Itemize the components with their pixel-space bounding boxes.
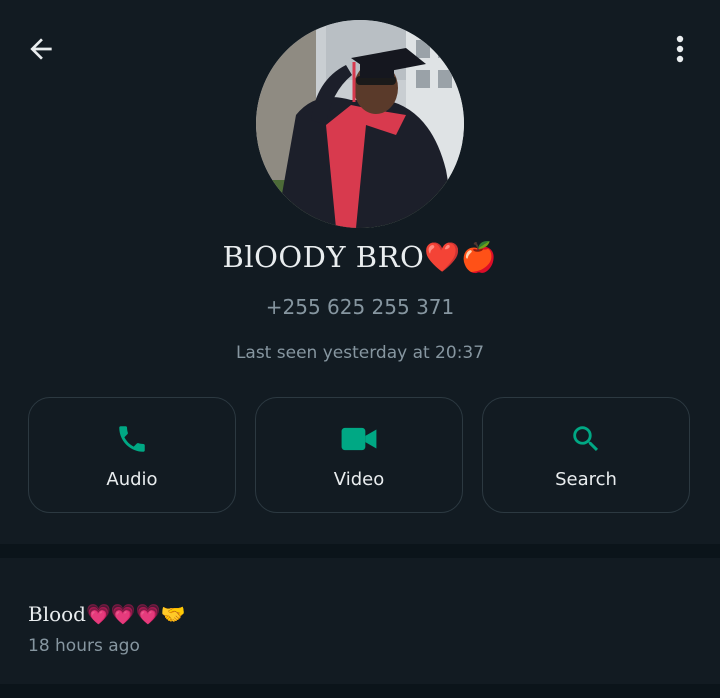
back-button[interactable]: [22, 30, 60, 68]
bottom-divider: [0, 684, 720, 698]
about-timestamp: 18 hours ago: [28, 636, 140, 656]
search-button[interactable]: Search: [482, 397, 690, 513]
search-icon: [573, 425, 599, 451]
contact-phone: +255 625 255 371: [265, 295, 455, 319]
audio-call-button[interactable]: Audio: [28, 397, 236, 513]
section-divider: [0, 544, 720, 558]
menu-button[interactable]: [662, 30, 698, 68]
video-label: Video: [333, 468, 385, 490]
more-vertical-icon: [676, 35, 684, 63]
arrow-left-icon: [30, 38, 52, 60]
video-camera-icon: [341, 427, 377, 450]
action-buttons: Audio Video Search: [28, 397, 692, 517]
search-label: Search: [555, 468, 617, 490]
about-section[interactable]: Blood💗💗💗🤝 18 hours ago: [0, 558, 720, 684]
profile-avatar[interactable]: [256, 20, 464, 228]
last-seen-status: Last seen yesterday at 20:37: [235, 343, 485, 363]
contact-name: BlOODY BRO❤️🍎: [222, 240, 498, 274]
phone-icon: [119, 425, 145, 452]
profile-photo: [256, 20, 464, 228]
audio-label: Audio: [106, 468, 158, 490]
video-call-button[interactable]: Video: [255, 397, 463, 513]
about-text: Blood💗💗💗🤝: [28, 602, 186, 626]
